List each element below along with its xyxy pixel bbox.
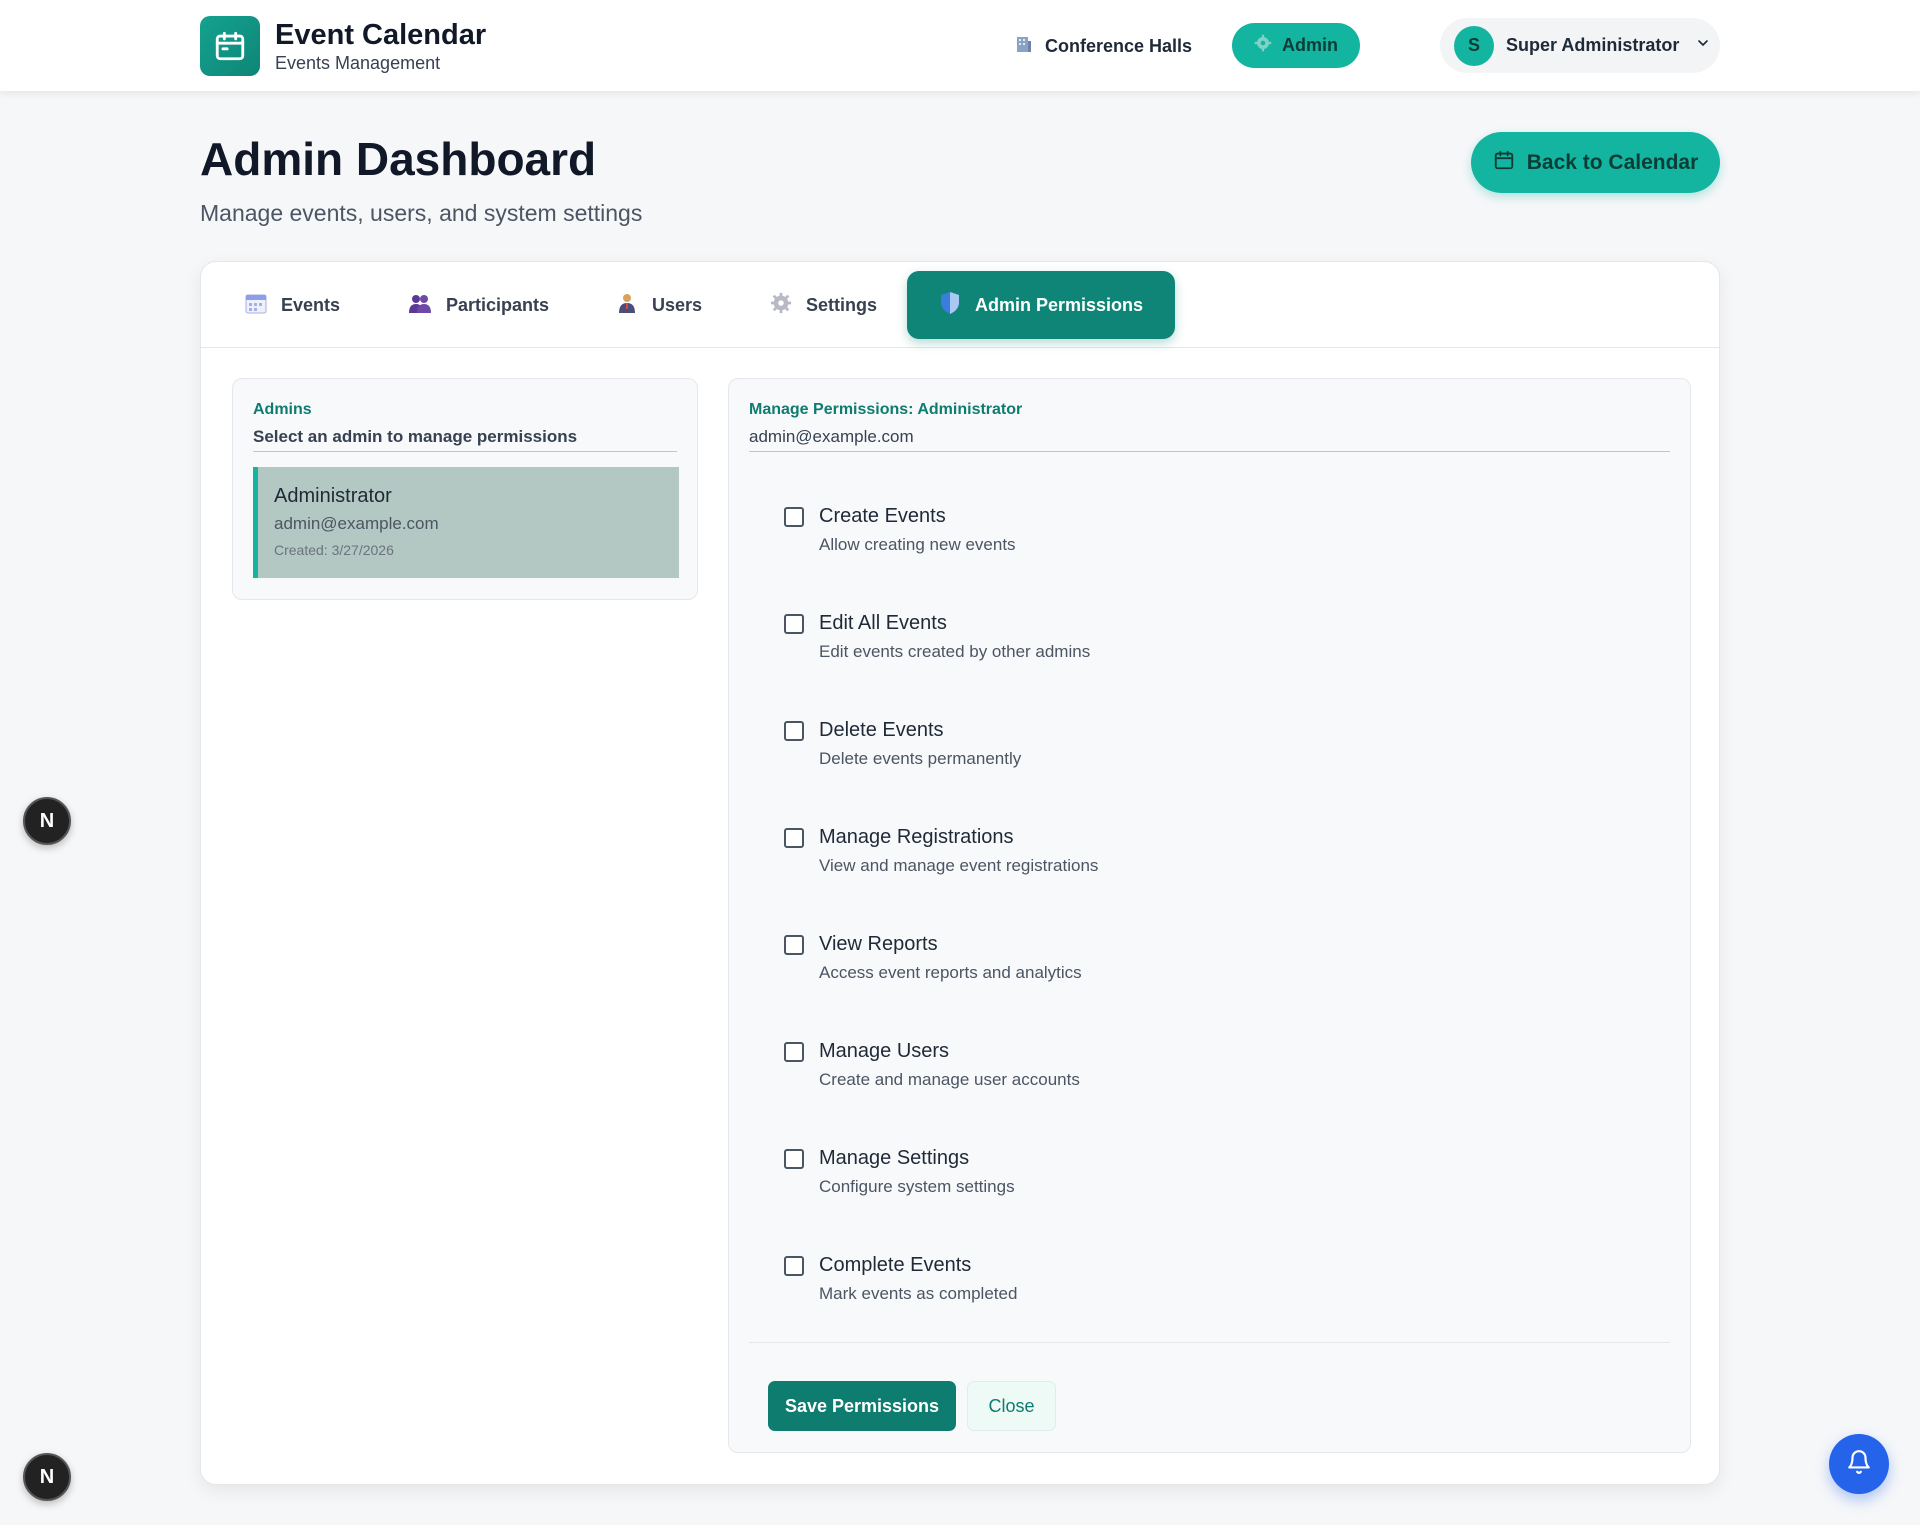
permission-title: Create Events	[819, 505, 946, 527]
brand[interactable]: Event Calendar Events Management	[200, 16, 486, 76]
app-title: Event Calendar	[275, 19, 487, 51]
nav-conference-halls[interactable]: Conference Halls	[1015, 28, 1192, 64]
tab-participants[interactable]: Participants	[408, 271, 549, 339]
nav-conference-halls-label: Conference Halls	[1045, 35, 1193, 56]
app-subtitle: Events Management	[275, 53, 441, 73]
page-title: Admin Dashboard	[200, 133, 597, 185]
permissions-panel: Manage Permissions: Administrator admin@…	[728, 378, 1691, 1453]
permission-description: Access event reports and analytics	[819, 963, 1082, 982]
gear-icon	[1254, 34, 1272, 57]
tab-events-label: Events	[281, 294, 341, 315]
admin-email: admin@example.com	[274, 514, 439, 533]
gear-icon	[770, 292, 792, 319]
page-subtitle: Manage events, users, and system setting…	[200, 200, 643, 226]
permission-checkbox[interactable]	[784, 935, 804, 955]
admins-title: Admins	[253, 401, 312, 418]
permission-title: Manage Registrations	[819, 826, 1014, 848]
permissions-title: Manage Permissions: Administrator	[749, 401, 1023, 418]
user-name: Super Administrator	[1506, 35, 1680, 55]
tab-users[interactable]: Users	[616, 271, 702, 339]
permission-description: Create and manage user accounts	[819, 1070, 1080, 1089]
calendar-logo-icon	[200, 16, 260, 76]
back-to-calendar-label: Back to Calendar	[1526, 150, 1699, 174]
dev-tools-badge[interactable]: N	[23, 1453, 71, 1501]
permission-checkbox[interactable]	[784, 1256, 804, 1276]
user-icon	[616, 292, 638, 319]
permission-title: Manage Settings	[819, 1147, 970, 1169]
building-icon	[1015, 35, 1033, 58]
admin-created: Created: 3/27/2026	[274, 542, 394, 558]
permission-description: Configure system settings	[819, 1177, 1015, 1196]
permission-description: View and manage event registrations	[819, 856, 1099, 875]
permission-checkbox[interactable]	[784, 828, 804, 848]
admins-panel-header: Admins Select an admin to manage permiss…	[253, 401, 677, 452]
admin-name: Administrator	[274, 485, 392, 507]
tab-settings[interactable]: Settings	[770, 271, 877, 339]
back-to-calendar-button[interactable]: Back to Calendar	[1471, 132, 1720, 193]
dev-tools-badge[interactable]: N	[23, 797, 71, 845]
top-navbar: Event Calendar Events Management Confere…	[0, 0, 1920, 91]
save-permissions-button[interactable]: Save Permissions	[768, 1381, 956, 1431]
permissions-footer-divider	[749, 1342, 1670, 1343]
tab-admin-permissions[interactable]: Admin Permissions	[907, 271, 1176, 339]
people-icon	[408, 292, 432, 319]
tab-bar: Events Participants Users Settings Admin…	[201, 262, 1719, 348]
permission-title: Manage Users	[819, 1040, 950, 1062]
permission-title: Complete Events	[819, 1254, 972, 1276]
nav-admin-label: Admin	[1282, 35, 1338, 55]
permission-title: Edit All Events	[819, 612, 947, 634]
tab-participants-label: Participants	[446, 294, 550, 315]
dashboard-card: Events Participants Users Settings Admin…	[200, 261, 1720, 1485]
permission-description: Mark events as completed	[819, 1284, 1018, 1303]
admins-panel: Admins Select an admin to manage permiss…	[232, 378, 698, 600]
tab-settings-label: Settings	[806, 294, 878, 315]
permissions-email: admin@example.com	[749, 427, 914, 446]
nav-admin[interactable]: Admin	[1232, 23, 1360, 68]
tab-events[interactable]: Events	[245, 271, 340, 339]
admins-subtitle: Select an admin to manage permissions	[253, 427, 578, 446]
permission-checkbox[interactable]	[784, 507, 804, 527]
permission-checkbox[interactable]	[784, 1042, 804, 1062]
permission-checkbox[interactable]	[784, 1149, 804, 1169]
calendar-icon	[245, 292, 267, 319]
tab-users-label: Users	[652, 294, 703, 315]
admin-list-item[interactable]: Administrator admin@example.com Created:…	[253, 467, 679, 578]
shield-icon	[939, 291, 961, 320]
permission-checkbox[interactable]	[784, 721, 804, 741]
bell-icon	[1846, 1449, 1872, 1480]
user-menu[interactable]: S Super Administrator	[1440, 18, 1720, 73]
chevron-down-icon	[1695, 35, 1711, 56]
calendar-icon	[1493, 149, 1515, 177]
permission-description: Allow creating new events	[819, 535, 1016, 554]
notifications-button[interactable]	[1829, 1434, 1889, 1494]
permission-checkbox[interactable]	[784, 614, 804, 634]
avatar: S	[1454, 25, 1494, 66]
permissions-header: Manage Permissions: Administrator admin@…	[749, 401, 1670, 452]
permission-title: Delete Events	[819, 719, 944, 741]
permission-description: Edit events created by other admins	[819, 642, 1091, 661]
tab-admin-permissions-label: Admin Permissions	[975, 294, 1144, 315]
permission-title: View Reports	[819, 933, 938, 955]
close-button[interactable]: Close	[967, 1381, 1056, 1431]
permission-description: Delete events permanently	[819, 749, 1022, 768]
